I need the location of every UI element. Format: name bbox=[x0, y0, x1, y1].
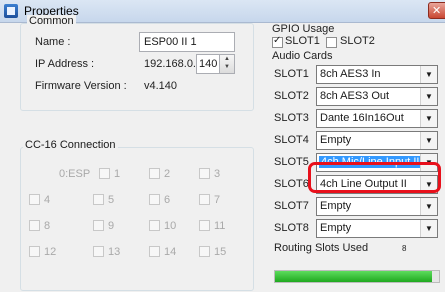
cc16-checkbox-13[interactable] bbox=[93, 246, 104, 257]
cc16-checkbox-14[interactable] bbox=[149, 246, 160, 257]
ip-prefix: 192.168.0. bbox=[144, 58, 196, 70]
cc16-checkbox-8[interactable] bbox=[29, 220, 40, 231]
cc16-label-13: 13 bbox=[108, 246, 121, 258]
slot3-value: Dante 16In16Out bbox=[320, 112, 404, 124]
slot2-value: 8ch AES3 Out bbox=[320, 90, 390, 102]
cc16-label-7: 7 bbox=[214, 194, 221, 206]
chevron-down-icon[interactable]: ▼ bbox=[420, 198, 437, 215]
cc16-checkbox-4[interactable] bbox=[29, 194, 40, 205]
routing-label: Routing Slots Used bbox=[274, 242, 369, 254]
slot3-label: SLOT3 bbox=[274, 112, 309, 124]
close-button[interactable]: ✕ bbox=[428, 2, 445, 19]
cc16-checkbox-11[interactable] bbox=[199, 220, 210, 231]
cc16-label-12: 12 bbox=[44, 246, 57, 258]
cc16-label-11: 11 bbox=[214, 220, 226, 232]
close-icon: ✕ bbox=[432, 5, 442, 17]
app-icon bbox=[4, 4, 18, 18]
audio-cards-legend: Audio Cards bbox=[272, 50, 333, 62]
cc16-checkbox-3[interactable] bbox=[199, 168, 210, 179]
esp-label: 0:ESP bbox=[59, 168, 91, 180]
ip-label: IP Address : bbox=[35, 58, 95, 70]
chevron-down-icon[interactable]: ▼ bbox=[420, 220, 437, 237]
cc16-label-10: 10 bbox=[164, 220, 177, 232]
gpio-slot2-checkbox[interactable] bbox=[326, 37, 337, 48]
name-field[interactable]: ESP00 II 1 bbox=[139, 32, 235, 52]
slot4-select[interactable]: Empty ▼ bbox=[316, 131, 438, 150]
cc16-label-8: 8 bbox=[44, 220, 51, 232]
slot7-value: Empty bbox=[320, 200, 352, 212]
cc16-label-6: 6 bbox=[164, 194, 171, 206]
cc16-checkbox-5[interactable] bbox=[93, 194, 104, 205]
ip-spinner[interactable]: ▲ ▼ bbox=[219, 54, 235, 74]
cc16-legend: CC-16 Connection bbox=[23, 139, 118, 151]
slot1-value: 8ch AES3 In bbox=[320, 68, 381, 80]
common-legend: Common bbox=[27, 15, 76, 27]
firmware-value: v4.140 bbox=[144, 80, 178, 92]
firmware-label: Firmware Version : bbox=[35, 80, 127, 92]
name-value: ESP00 II 1 bbox=[144, 36, 197, 48]
routing-value: 8 bbox=[402, 244, 407, 253]
routing-progress-fill bbox=[275, 271, 432, 282]
cc16-label-4: 4 bbox=[44, 194, 51, 206]
cc16-checkbox-7[interactable] bbox=[199, 194, 210, 205]
slot7-label: SLOT7 bbox=[274, 200, 309, 212]
cc16-checkbox-10[interactable] bbox=[149, 220, 160, 231]
slot3-select[interactable]: Dante 16In16Out ▼ bbox=[316, 109, 438, 128]
slot8-label: SLOT8 bbox=[274, 222, 309, 234]
cc16-label-1: 1 bbox=[114, 168, 121, 180]
gpio-slot1-label: SLOT1 bbox=[285, 35, 320, 47]
name-label: Name : bbox=[35, 36, 71, 48]
common-group: Common Name : ESP00 II 1 IP Address : 19… bbox=[20, 15, 254, 111]
gpio-slot2-label: SLOT2 bbox=[340, 35, 375, 47]
cc16-checkbox-15[interactable] bbox=[199, 246, 210, 257]
cc16-label-5: 5 bbox=[108, 194, 115, 206]
cc16-checkbox-6[interactable] bbox=[149, 194, 160, 205]
cc16-checkbox-12[interactable] bbox=[29, 246, 40, 257]
dialog-body: Common Name : ESP00 II 1 IP Address : 19… bbox=[0, 15, 445, 292]
cc16-label-14: 14 bbox=[164, 246, 177, 258]
gpio-slot1-checkbox[interactable] bbox=[272, 35, 283, 48]
slot2-label: SLOT2 bbox=[274, 90, 309, 102]
chevron-down-icon[interactable]: ▼ bbox=[420, 132, 437, 149]
cc16-label-2: 2 bbox=[164, 168, 171, 180]
gpio-legend: GPIO Usage bbox=[272, 23, 335, 35]
slot6-label: SLOT6 bbox=[274, 178, 309, 190]
cc16-checkbox-9[interactable] bbox=[93, 220, 104, 231]
cc16-label-15: 15 bbox=[214, 246, 227, 258]
slot5-highlight-frame bbox=[308, 162, 441, 193]
ip-last-octet-value: 140 bbox=[199, 58, 218, 70]
ip-last-octet-input[interactable]: 140 bbox=[196, 54, 220, 74]
slot4-label: SLOT4 bbox=[274, 134, 309, 146]
slot5-label: SLOT5 bbox=[274, 156, 309, 168]
spin-down-icon[interactable]: ▼ bbox=[220, 63, 234, 71]
slot1-select[interactable]: 8ch AES3 In ▼ bbox=[316, 65, 438, 84]
routing-progress-bar bbox=[274, 270, 440, 283]
cc16-checkbox-2[interactable] bbox=[149, 168, 160, 179]
slot1-label: SLOT1 bbox=[274, 68, 309, 80]
cc16-label-9: 9 bbox=[108, 220, 115, 232]
slot8-select[interactable]: Empty ▼ bbox=[316, 219, 438, 238]
cc16-label-3: 3 bbox=[214, 168, 221, 180]
cc16-group: CC-16 Connection 0:ESP 1 2 3 4 5 6 7 8 9… bbox=[20, 139, 254, 291]
slot8-value: Empty bbox=[320, 222, 352, 234]
slot2-select[interactable]: 8ch AES3 Out ▼ bbox=[316, 87, 438, 106]
cc16-checkbox-1[interactable] bbox=[99, 168, 110, 179]
slot7-select[interactable]: Empty ▼ bbox=[316, 197, 438, 216]
chevron-down-icon[interactable]: ▼ bbox=[420, 88, 437, 105]
chevron-down-icon[interactable]: ▼ bbox=[420, 110, 437, 127]
spin-up-icon[interactable]: ▲ bbox=[220, 55, 234, 63]
chevron-down-icon[interactable]: ▼ bbox=[420, 66, 437, 83]
slot4-value: Empty bbox=[320, 134, 352, 146]
